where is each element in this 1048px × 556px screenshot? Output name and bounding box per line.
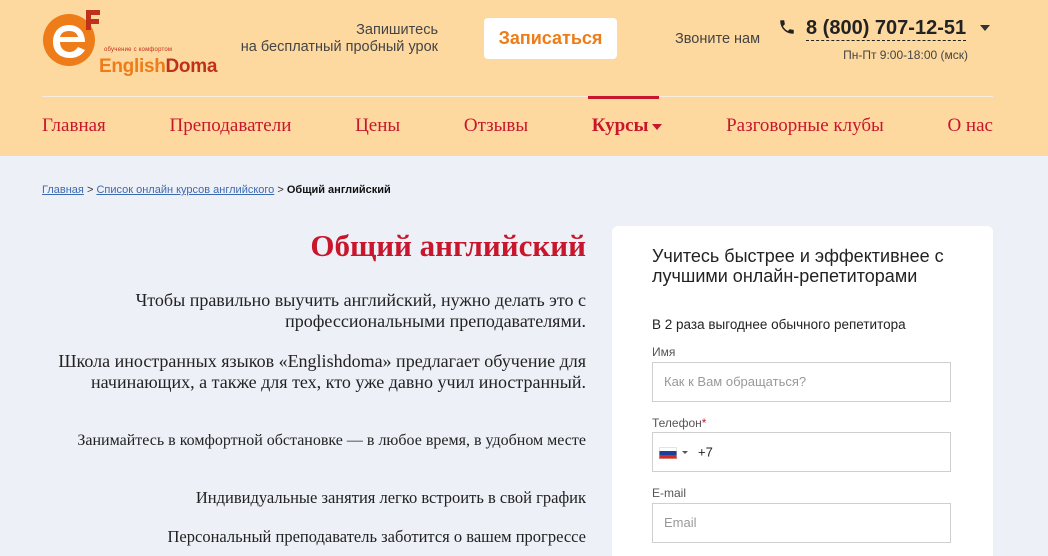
logo-word-english: English (99, 56, 166, 77)
nav-active-indicator (588, 96, 659, 99)
form-title: Учитесь быстрее и эффективнее с лучшими … (652, 246, 944, 286)
nav-item-about[interactable]: О нас (947, 115, 993, 137)
logo-wordmark: EnglishDoma (99, 56, 217, 78)
nav-item-teachers[interactable]: Преподаватели (169, 115, 291, 137)
email-input[interactable]: Email (652, 503, 951, 543)
intro-paragraph: Чтобы правильно выучить английский, нужн… (135, 290, 586, 331)
promo-line-1: Запишитесь (356, 22, 438, 38)
phone-dropdown-chevron-icon[interactable] (980, 25, 990, 31)
breadcrumb-current: Общий английский (286, 184, 391, 196)
breadcrumb: Главная > Список онлайн курсов английско… (42, 184, 391, 196)
breadcrumb-courses-link[interactable]: Список онлайн курсов английского (96, 184, 274, 196)
phone-number-link[interactable]: 8 (800) 707-12-51 (806, 16, 967, 41)
phone-input[interactable]: +7 (652, 432, 951, 472)
benefit-comfort: Занимайтесь в комфортной обстановке — в … (77, 432, 586, 449)
russia-flag-icon[interactable] (659, 446, 677, 459)
name-field-label: Имя (652, 345, 676, 359)
site-header: обучение с комфортом EnglishDoma Запишит… (0, 0, 1048, 156)
signup-button[interactable]: Записаться (484, 18, 617, 59)
nav-item-courses-label: Курсы (591, 115, 649, 136)
nav-item-home[interactable]: Главная (42, 115, 106, 137)
logo[interactable]: обучение с комфортом EnglishDoma (42, 6, 217, 77)
benefit-schedule: Индивидуальные занятия легко встроить в … (195, 488, 586, 507)
country-dropdown-chevron-icon[interactable] (682, 451, 688, 455)
call-us-label: Звоните нам (675, 31, 761, 47)
phone-country-code: +7 (698, 444, 713, 460)
promo-line-2: на бесплатный пробный урок (240, 39, 438, 55)
breadcrumb-separator: > (277, 184, 284, 196)
page-title: Общий английский (310, 228, 586, 263)
breadcrumb-home-link[interactable]: Главная (42, 184, 84, 196)
main-nav: Главная Преподаватели Цены Отзывы Курсы … (42, 115, 993, 137)
benefit-progress: Персональный преподаватель заботится о в… (167, 527, 587, 546)
nav-divider (42, 96, 993, 97)
signup-form-card: Учитесь быстрее и эффективнее с лучшими … (612, 226, 993, 556)
required-mark: * (701, 416, 707, 430)
logo-word-doma: Doma (165, 56, 218, 77)
phone-icon (780, 20, 794, 34)
school-paragraph: Школа иностранных языков «Englishdoma» п… (58, 351, 586, 392)
nav-item-prices[interactable]: Цены (355, 115, 400, 137)
logo-tagline: обучение с комфортом (104, 47, 173, 53)
nav-item-courses[interactable]: Курсы (592, 115, 663, 137)
working-hours: Пн-Пт 9:00-18:00 (мск) (843, 48, 968, 62)
name-input[interactable]: Как к Вам обращаться? (652, 362, 951, 402)
nav-item-reviews[interactable]: Отзывы (464, 115, 528, 137)
email-field-label: E-mail (652, 486, 687, 500)
phone-field-label-text: Телефон (652, 416, 702, 430)
phone-field-label: Телефон* (652, 416, 706, 430)
trial-lesson-promo: Запишитесь на бесплатный пробный урок (241, 22, 438, 56)
logo-e-mark (43, 10, 100, 66)
nav-item-speaking-clubs[interactable]: Разговорные клубы (726, 115, 884, 137)
form-subtitle: В 2 раза выгоднее обычного репетитора (652, 317, 906, 332)
chevron-down-icon (652, 123, 663, 130)
breadcrumb-separator: > (86, 184, 94, 196)
